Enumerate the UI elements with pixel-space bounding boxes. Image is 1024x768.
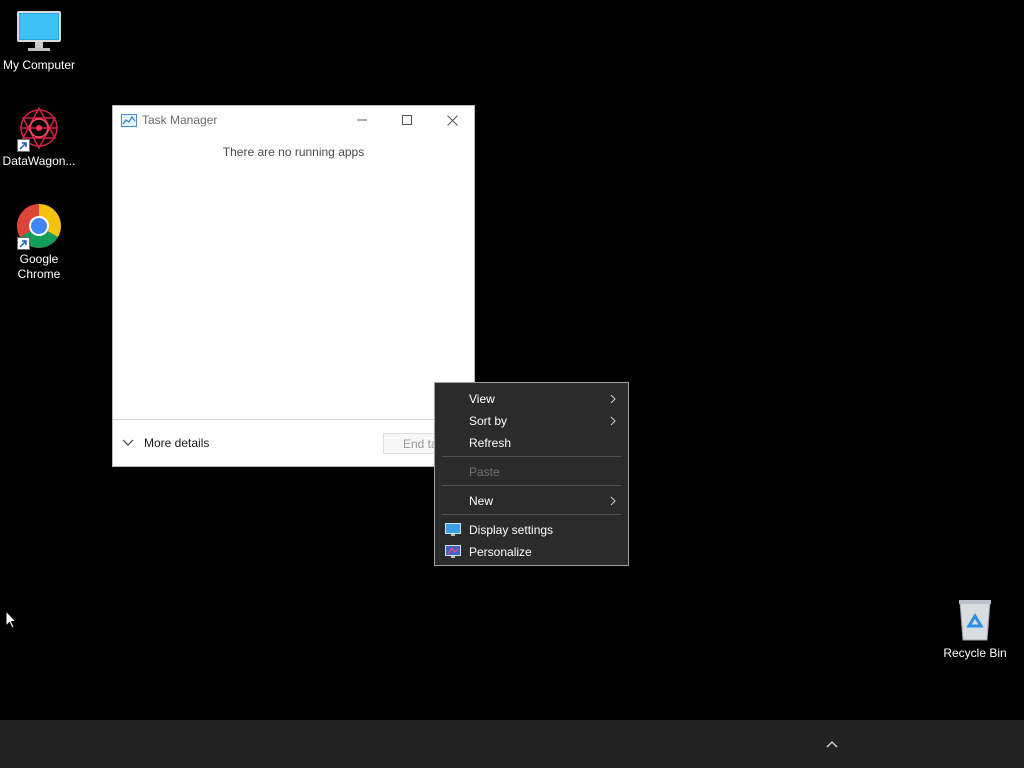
menu-item-paste: Paste bbox=[437, 461, 626, 483]
desktop-icon-google-chrome[interactable]: Google Chrome bbox=[0, 202, 78, 282]
show-hidden-icons-button[interactable] bbox=[818, 734, 846, 754]
submenu-arrow-icon bbox=[610, 394, 616, 404]
task-manager-titlebar[interactable]: Task Manager bbox=[113, 106, 474, 134]
more-details-button[interactable]: More details bbox=[122, 433, 209, 453]
maximize-button[interactable] bbox=[384, 106, 430, 134]
menu-item-display-settings[interactable]: Display settings bbox=[437, 519, 626, 541]
desktop-icon-label: DataWagon... bbox=[2, 154, 76, 168]
monitor-icon bbox=[15, 8, 63, 56]
maximize-icon bbox=[402, 115, 412, 125]
chevron-up-icon bbox=[826, 741, 838, 748]
chrome-icon bbox=[15, 202, 63, 250]
window-title: Task Manager bbox=[142, 113, 218, 127]
shortcut-arrow-icon bbox=[17, 139, 30, 152]
desktop-icon-datawagon[interactable]: DataWagon... bbox=[0, 104, 78, 169]
menu-item-sort-by[interactable]: Sort by bbox=[437, 410, 626, 432]
menu-item-label: Personalize bbox=[469, 545, 532, 559]
menu-separator bbox=[442, 514, 621, 515]
task-manager-footer: More details End ta bbox=[113, 419, 474, 468]
close-button[interactable] bbox=[429, 106, 475, 134]
menu-item-personalize[interactable]: Personalize bbox=[437, 541, 626, 563]
desktop-icon-label: Google Chrome bbox=[17, 252, 61, 281]
display-settings-icon bbox=[445, 523, 461, 536]
shortcut-arrow-icon bbox=[17, 237, 30, 250]
menu-item-label: Refresh bbox=[469, 436, 512, 450]
desktop-context-menu: View Sort by Refresh Paste New Display s… bbox=[434, 382, 629, 566]
desktop-icon-label: Recycle Bin bbox=[943, 646, 1007, 660]
more-details-label: More details bbox=[144, 436, 210, 450]
menu-separator bbox=[442, 456, 621, 457]
minimize-button[interactable] bbox=[339, 106, 385, 134]
menu-item-refresh[interactable]: Refresh bbox=[437, 432, 626, 454]
desktop-icon-label: My Computer bbox=[2, 58, 76, 72]
empty-state-message: There are no running apps bbox=[222, 145, 365, 159]
desktop-icon-my-computer[interactable]: My Computer bbox=[0, 8, 78, 73]
submenu-arrow-icon bbox=[610, 496, 616, 506]
menu-item-label: New bbox=[469, 494, 494, 508]
menu-item-label: Paste bbox=[469, 465, 500, 479]
desktop: My Computer DataWagon... Google Chrome R… bbox=[0, 0, 1024, 768]
task-manager-app-icon bbox=[121, 114, 137, 127]
menu-item-label: Sort by bbox=[469, 414, 508, 428]
close-icon bbox=[446, 114, 458, 126]
submenu-arrow-icon bbox=[610, 416, 616, 426]
recycle-bin-icon bbox=[951, 596, 999, 644]
menu-item-new[interactable]: New bbox=[437, 490, 626, 512]
menu-item-view[interactable]: View bbox=[437, 388, 626, 410]
mouse-cursor-icon bbox=[5, 609, 18, 634]
taskbar bbox=[0, 720, 1024, 768]
menu-item-label: View bbox=[469, 392, 495, 406]
menu-item-label: Display settings bbox=[469, 523, 554, 537]
menu-separator bbox=[442, 485, 621, 486]
personalize-icon bbox=[445, 545, 461, 558]
datawagon-logo-icon bbox=[15, 104, 63, 152]
desktop-icon-recycle-bin[interactable]: Recycle Bin bbox=[936, 596, 1014, 661]
chevron-down-icon bbox=[122, 439, 134, 446]
task-manager-window: Task Manager There are no running apps M… bbox=[112, 105, 475, 467]
minimize-icon bbox=[357, 119, 367, 121]
